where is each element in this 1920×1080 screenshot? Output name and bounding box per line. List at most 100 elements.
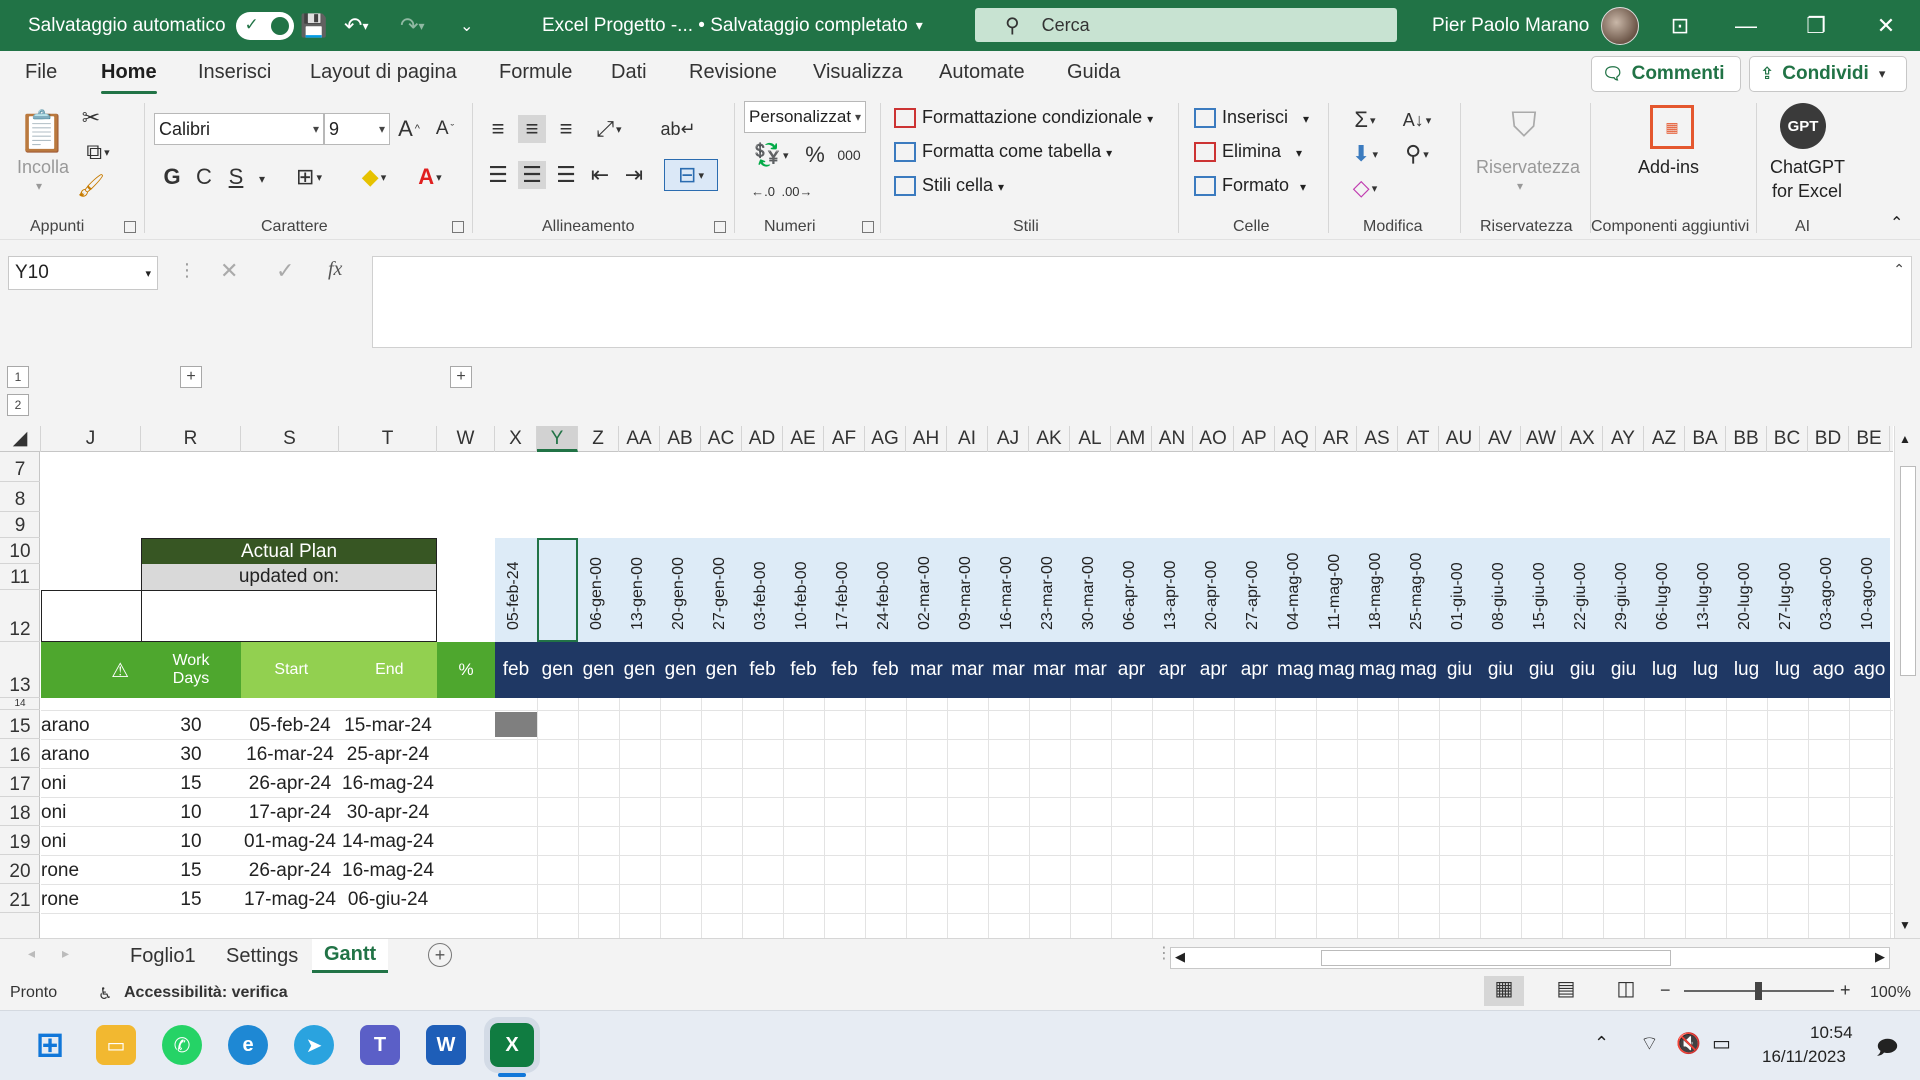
updated-on-label[interactable]: updated on: bbox=[141, 564, 437, 590]
end-date-cell[interactable]: 25-apr-24 bbox=[339, 739, 437, 768]
word-icon[interactable]: W bbox=[426, 1025, 466, 1065]
column-header-ah[interactable]: AH bbox=[906, 426, 947, 452]
dialog-launcher-icon[interactable] bbox=[862, 221, 874, 233]
sheet-tab-foglio1[interactable]: Foglio1 bbox=[118, 939, 208, 973]
start-date-cell[interactable]: 17-apr-24 bbox=[241, 797, 339, 826]
row-header-13[interactable]: 13 bbox=[0, 642, 40, 698]
tab-insert[interactable]: Inserisci bbox=[198, 61, 271, 84]
copy-icon[interactable]: ⧉ ▾ bbox=[78, 139, 118, 165]
scroll-down-icon[interactable]: ▼ bbox=[1899, 918, 1911, 932]
timeline-date-cell[interactable]: 13-lug-00 bbox=[1685, 538, 1726, 642]
underline-button[interactable]: S bbox=[224, 163, 248, 191]
align-bottom-icon[interactable]: ≡ bbox=[552, 115, 580, 143]
increase-font-icon[interactable]: A ^ bbox=[396, 115, 422, 143]
row-header-19[interactable]: 19 bbox=[0, 826, 40, 855]
timeline-date-cell[interactable]: 27-apr-00 bbox=[1234, 538, 1275, 642]
timeline-month-cell[interactable]: lug bbox=[1644, 642, 1685, 698]
delete-cells-button[interactable]: Elimina ▾ bbox=[1194, 141, 1302, 163]
find-select-icon[interactable]: ⚲ ▾ bbox=[1394, 139, 1440, 169]
column-header-j[interactable]: J bbox=[41, 426, 141, 452]
timeline-date-cell[interactable]: 20-gen-00 bbox=[660, 538, 701, 642]
selected-cell-y10[interactable] bbox=[537, 538, 578, 642]
timeline-month-cell[interactable]: ago bbox=[1849, 642, 1890, 698]
bold-button[interactable]: G bbox=[160, 163, 184, 191]
number-format-select[interactable]: Personalizzat ▾ bbox=[744, 101, 866, 133]
timeline-date-cell[interactable]: 06-lug-00 bbox=[1644, 538, 1685, 642]
percent-icon[interactable]: % bbox=[800, 141, 830, 169]
dialog-launcher-icon[interactable] bbox=[452, 221, 464, 233]
fill-icon[interactable]: ⬇ ▾ bbox=[1342, 139, 1388, 169]
expand-group-button[interactable]: + bbox=[180, 366, 202, 388]
tab-file[interactable]: File bbox=[25, 61, 57, 84]
task-name-cell[interactable]: oni bbox=[41, 797, 141, 826]
horizontal-scrollbar[interactable]: ◀ ▶ bbox=[1170, 947, 1890, 969]
column-header-ap[interactable]: AP bbox=[1234, 426, 1275, 452]
row-header-14[interactable]: 14 bbox=[0, 698, 40, 710]
gantt-bar[interactable] bbox=[495, 712, 537, 737]
privacy-button[interactable]: Riservatezza bbox=[1476, 157, 1580, 178]
page-layout-view-icon[interactable]: ▤ bbox=[1546, 976, 1586, 1006]
tab-scroll-left-icon[interactable]: ◂ bbox=[28, 945, 35, 962]
timeline-date-cell[interactable]: 20-apr-00 bbox=[1193, 538, 1234, 642]
teams-icon[interactable]: T bbox=[360, 1025, 400, 1065]
blank-cell[interactable] bbox=[41, 590, 141, 642]
work-days-cell[interactable]: 15 bbox=[141, 884, 241, 913]
timeline-month-cell[interactable]: giu bbox=[1439, 642, 1480, 698]
column-header-az[interactable]: AZ bbox=[1644, 426, 1685, 452]
collapse-formula-bar-icon[interactable]: ⌃ bbox=[1893, 261, 1905, 278]
timeline-month-cell[interactable]: mag bbox=[1316, 642, 1357, 698]
align-center-icon[interactable]: ☰ bbox=[518, 161, 546, 189]
row-header-7[interactable]: 7 bbox=[0, 452, 40, 482]
task-name-cell[interactable]: rone bbox=[41, 855, 141, 884]
scroll-right-icon[interactable]: ▶ bbox=[1875, 949, 1885, 965]
borders-icon[interactable]: ⊞ ▾ bbox=[286, 163, 332, 191]
restore-icon[interactable]: ❐ bbox=[1786, 0, 1846, 51]
end-date-cell[interactable]: 16-mag-24 bbox=[339, 855, 437, 884]
fill-color-icon[interactable]: ◆ ▾ bbox=[350, 163, 398, 191]
orientation-icon[interactable]: ⤢ ▾ bbox=[588, 115, 630, 143]
task-name-cell[interactable]: rone bbox=[41, 884, 141, 913]
column-header-au[interactable]: AU bbox=[1439, 426, 1480, 452]
column-header-bd[interactable]: BD bbox=[1808, 426, 1849, 452]
dialog-launcher-icon[interactable] bbox=[714, 221, 726, 233]
telegram-icon[interactable]: ➤ bbox=[294, 1025, 334, 1065]
timeline-date-cell[interactable]: 18-mag-00 bbox=[1357, 538, 1398, 642]
timeline-month-cell[interactable]: mar bbox=[947, 642, 988, 698]
row-header-9[interactable]: 9 bbox=[0, 512, 40, 538]
start-date-cell[interactable]: 01-mag-24 bbox=[241, 826, 339, 855]
chevron-down-icon[interactable]: ▾ bbox=[252, 165, 272, 193]
column-header-bc[interactable]: BC bbox=[1767, 426, 1808, 452]
column-header-al[interactable]: AL bbox=[1070, 426, 1111, 452]
timeline-date-cell[interactable]: 02-mar-00 bbox=[906, 538, 947, 642]
timeline-date-cell[interactable]: 15-giu-00 bbox=[1521, 538, 1562, 642]
row-header-18[interactable]: 18 bbox=[0, 797, 40, 826]
customize-toolbar-icon[interactable]: ⌄ bbox=[460, 0, 473, 51]
column-header-ax[interactable]: AX bbox=[1562, 426, 1603, 452]
column-header-aa[interactable]: AA bbox=[619, 426, 660, 452]
wrap-text-icon[interactable]: ab↵ bbox=[660, 115, 695, 143]
actual-plan-title[interactable]: Actual Plan bbox=[141, 538, 437, 564]
timeline-date-cell[interactable]: 01-giu-00 bbox=[1439, 538, 1480, 642]
timeline-month-cell[interactable]: mar bbox=[988, 642, 1029, 698]
addins-icon[interactable]: ▦ bbox=[1650, 105, 1694, 149]
timeline-month-cell[interactable]: apr bbox=[1234, 642, 1275, 698]
warning-header[interactable]: ⚠ bbox=[41, 642, 141, 698]
column-header-at[interactable]: AT bbox=[1398, 426, 1439, 452]
timeline-month-cell[interactable]: gen bbox=[701, 642, 742, 698]
updated-on-value[interactable] bbox=[141, 590, 437, 642]
file-explorer-icon[interactable]: ▭ bbox=[96, 1025, 136, 1065]
align-left-icon[interactable]: ☰ bbox=[484, 161, 512, 189]
start-end-header[interactable]: Start End bbox=[241, 642, 437, 698]
start-date-cell[interactable]: 26-apr-24 bbox=[241, 768, 339, 797]
tab-review[interactable]: Revisione bbox=[689, 61, 777, 84]
column-header-bb[interactable]: BB bbox=[1726, 426, 1767, 452]
timeline-month-cell[interactable]: feb bbox=[742, 642, 783, 698]
timeline-date-cell[interactable]: 30-mar-00 bbox=[1070, 538, 1111, 642]
zoom-slider[interactable] bbox=[1684, 982, 1834, 1000]
decrease-decimal-icon[interactable]: .00→ bbox=[781, 177, 812, 205]
timeline-date-cell[interactable]: 24-feb-00 bbox=[865, 538, 906, 642]
align-top-icon[interactable]: ≡ bbox=[484, 115, 512, 143]
row-header-11[interactable]: 11 bbox=[0, 564, 40, 590]
row-header-15[interactable]: 15 bbox=[0, 710, 40, 739]
format-painter-icon[interactable]: 🖌 bbox=[77, 173, 105, 199]
